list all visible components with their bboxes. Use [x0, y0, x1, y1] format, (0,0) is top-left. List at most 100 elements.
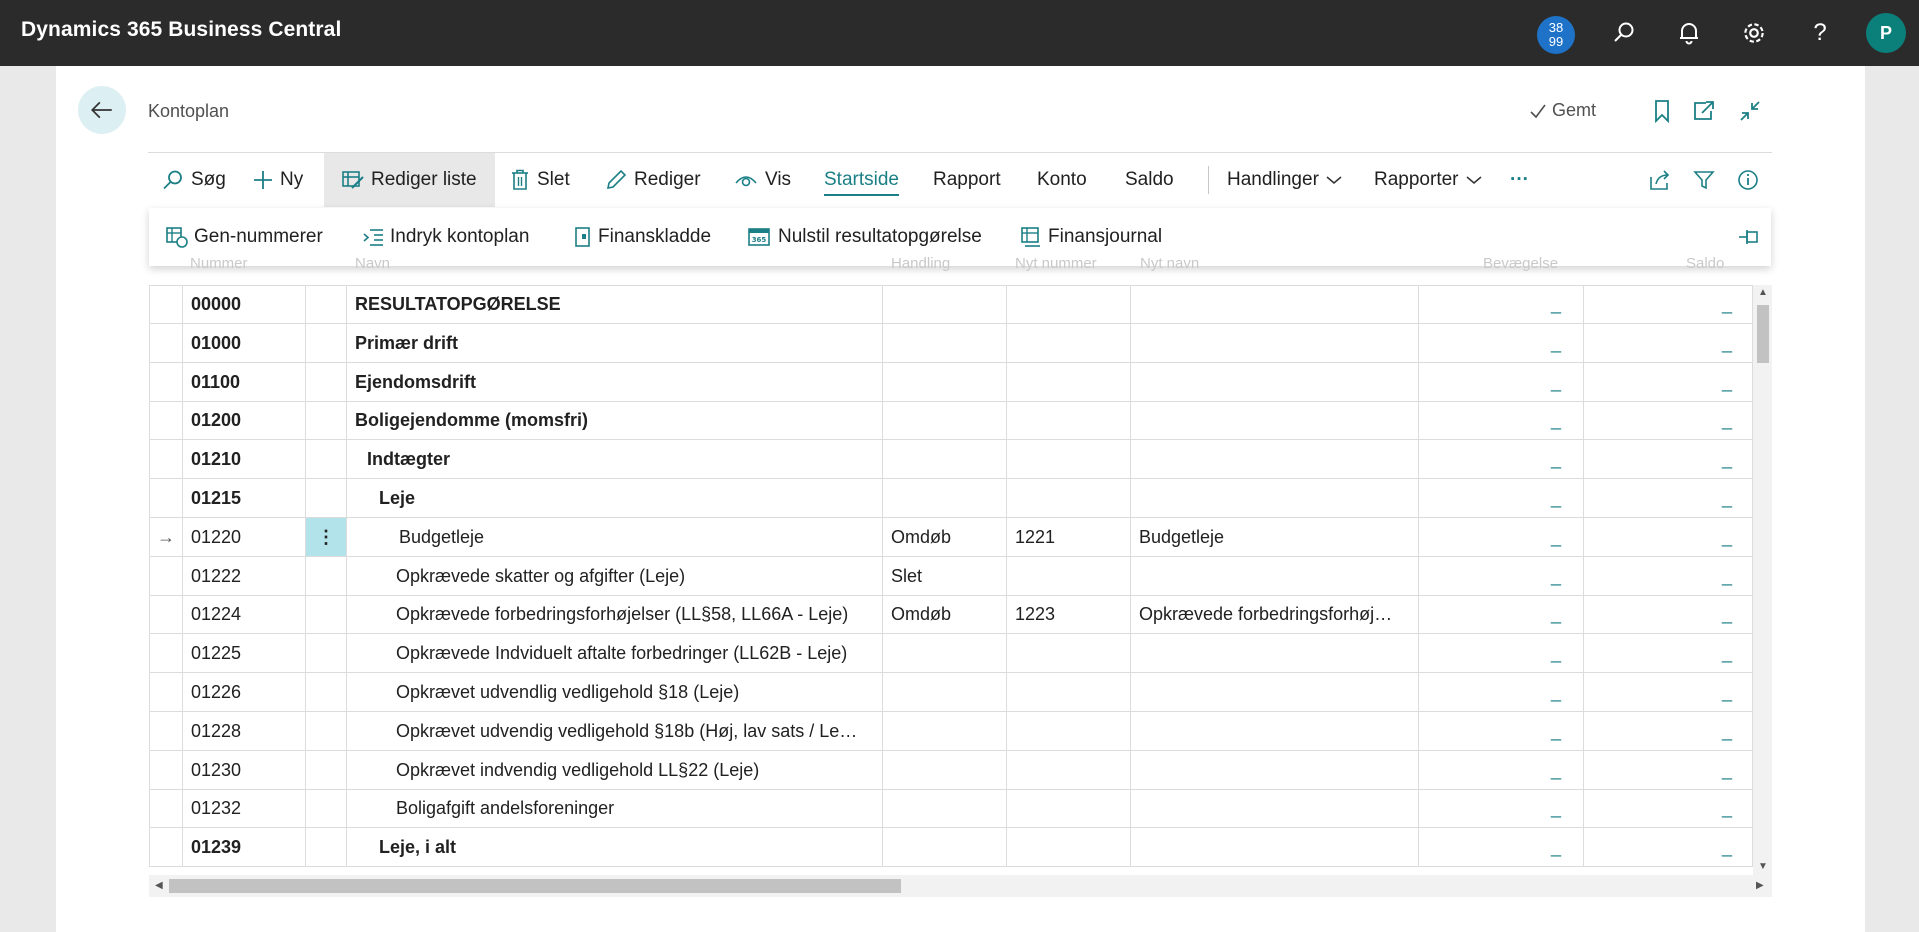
row-indicator[interactable]: [149, 789, 183, 828]
help-icon[interactable]: ?: [1803, 16, 1837, 50]
row-indicator[interactable]: [149, 634, 183, 673]
new-number-cell[interactable]: [1007, 479, 1131, 517]
account-number[interactable]: 01200: [183, 401, 306, 440]
table-row[interactable]: 01200 Boligejendomme (momsfri) _ _: [149, 401, 1753, 441]
search-button[interactable]: Søg: [162, 153, 226, 207]
balance-cell[interactable]: _: [1584, 673, 1753, 711]
new-name-cell[interactable]: [1131, 285, 1419, 323]
row-actions-menu-icon[interactable]: [306, 440, 347, 479]
action-cell[interactable]: [883, 828, 1007, 867]
row-actions-menu-icon[interactable]: [306, 285, 347, 323]
account-name[interactable]: Leje, i alt: [347, 828, 883, 867]
table-row[interactable]: 01232 Boligafgift andelsforeninger _ _: [149, 789, 1753, 829]
movement-cell[interactable]: _: [1419, 479, 1584, 517]
table-row[interactable]: 01239 Leje, i alt _ _: [149, 828, 1753, 868]
new-name-cell[interactable]: [1131, 362, 1419, 401]
table-row[interactable]: 01210 Indtægter _ _: [149, 440, 1753, 480]
movement-cell[interactable]: _: [1419, 440, 1584, 479]
row-indicator[interactable]: [149, 673, 183, 711]
new-name-cell[interactable]: [1131, 401, 1419, 440]
account-number[interactable]: 01226: [183, 673, 306, 711]
balance-cell[interactable]: _: [1584, 789, 1753, 828]
account-name[interactable]: Ejendomsdrift: [347, 362, 883, 401]
search-icon[interactable]: [1607, 16, 1641, 50]
table-row[interactable]: 01230 Opkrævet indvendig vedligehold LL§2…: [149, 750, 1753, 790]
tab-balance[interactable]: Saldo: [1125, 153, 1174, 207]
new-number-cell[interactable]: [1007, 440, 1131, 479]
row-actions-menu-icon[interactable]: [306, 362, 347, 401]
action-cell[interactable]: [883, 285, 1007, 323]
collapse-icon[interactable]: [1737, 98, 1763, 124]
account-number[interactable]: 01225: [183, 634, 306, 673]
row-indicator[interactable]: [149, 750, 183, 789]
new-name-cell[interactable]: Budgetleje: [1131, 517, 1419, 556]
horizontal-scroll-thumb[interactable]: [169, 879, 901, 893]
action-cell[interactable]: [883, 634, 1007, 673]
table-row[interactable]: 01215 Leje _ _: [149, 479, 1753, 518]
action-cell[interactable]: [883, 479, 1007, 517]
edit-list-button[interactable]: Rediger liste: [324, 153, 495, 207]
account-number[interactable]: 01220: [183, 517, 306, 556]
action-cell[interactable]: [883, 401, 1007, 440]
new-number-cell[interactable]: [1007, 401, 1131, 440]
new-number-cell[interactable]: [1007, 285, 1131, 323]
info-icon[interactable]: [1737, 153, 1759, 207]
new-number-cell[interactable]: [1007, 789, 1131, 828]
movement-cell[interactable]: _: [1419, 711, 1584, 750]
movement-cell[interactable]: _: [1419, 285, 1584, 323]
movement-cell[interactable]: _: [1419, 362, 1584, 401]
row-actions-menu-icon[interactable]: [306, 750, 347, 789]
account-name[interactable]: Opkrævede skatter og afgifter (Leje): [347, 556, 883, 595]
column-header-action[interactable]: Handling: [891, 255, 950, 272]
scroll-down-icon[interactable]: ▼: [1758, 861, 1768, 872]
new-number-cell[interactable]: [1007, 711, 1131, 750]
horizontal-scrollbar[interactable]: ◀ ▶: [149, 875, 1772, 897]
movement-cell[interactable]: _: [1419, 556, 1584, 595]
row-actions-menu-icon[interactable]: [306, 673, 347, 711]
notification-badge[interactable]: 38 99: [1537, 16, 1575, 54]
view-button[interactable]: Vis: [734, 153, 791, 207]
column-header-number[interactable]: Nummer: [190, 255, 248, 272]
gear-icon[interactable]: [1737, 16, 1771, 50]
new-number-cell[interactable]: 1223: [1007, 595, 1131, 634]
account-name[interactable]: Opkrævede forbedringsforhøjelser (LL§58,…: [347, 595, 883, 634]
new-number-cell[interactable]: [1007, 673, 1131, 711]
row-actions-menu-icon[interactable]: ⋮: [306, 517, 347, 556]
gl-register-button[interactable]: Finansjournal: [1020, 224, 1162, 250]
action-cell[interactable]: Omdøb: [883, 517, 1007, 556]
action-cell[interactable]: Slet: [883, 556, 1007, 595]
row-indicator[interactable]: [149, 711, 183, 750]
account-name[interactable]: Boligejendomme (momsfri): [347, 401, 883, 440]
row-actions-menu-icon[interactable]: [306, 634, 347, 673]
open-new-window-icon[interactable]: [1691, 98, 1717, 124]
balance-cell[interactable]: _: [1584, 479, 1753, 517]
column-header-new-number[interactable]: Nyt nummer: [1015, 255, 1097, 272]
balance-cell[interactable]: _: [1584, 595, 1753, 634]
account-number[interactable]: 01000: [183, 323, 306, 362]
filter-icon[interactable]: [1693, 153, 1715, 207]
table-row[interactable]: 00000 RESULTATOPGØRELSE _ _: [149, 285, 1753, 324]
movement-cell[interactable]: _: [1419, 634, 1584, 673]
bookmark-icon[interactable]: [1649, 98, 1675, 124]
general-journal-button[interactable]: Finanskladde: [574, 224, 711, 250]
column-header-balance[interactable]: Saldo: [1686, 255, 1724, 272]
row-indicator[interactable]: [149, 440, 183, 479]
tab-report[interactable]: Rapport: [933, 153, 1001, 207]
movement-cell[interactable]: _: [1419, 401, 1584, 440]
movement-cell[interactable]: _: [1419, 750, 1584, 789]
account-number[interactable]: 01228: [183, 711, 306, 750]
account-name[interactable]: Primær drift: [347, 323, 883, 362]
new-name-cell[interactable]: [1131, 634, 1419, 673]
reset-income-statement-button[interactable]: 365 Nulstil resultatopgørelse: [748, 224, 982, 250]
balance-cell[interactable]: _: [1584, 440, 1753, 479]
account-number[interactable]: 00000: [183, 285, 306, 323]
share-icon[interactable]: [1648, 153, 1672, 207]
account-number[interactable]: 01230: [183, 750, 306, 789]
indent-chart-button[interactable]: Indryk kontoplan: [362, 224, 529, 250]
new-number-cell[interactable]: [1007, 634, 1131, 673]
movement-cell[interactable]: _: [1419, 789, 1584, 828]
vertical-scrollbar[interactable]: ▲ ▼: [1753, 285, 1772, 875]
row-indicator[interactable]: [149, 479, 183, 517]
account-name[interactable]: RESULTATOPGØRELSE: [347, 285, 883, 323]
balance-cell[interactable]: _: [1584, 362, 1753, 401]
